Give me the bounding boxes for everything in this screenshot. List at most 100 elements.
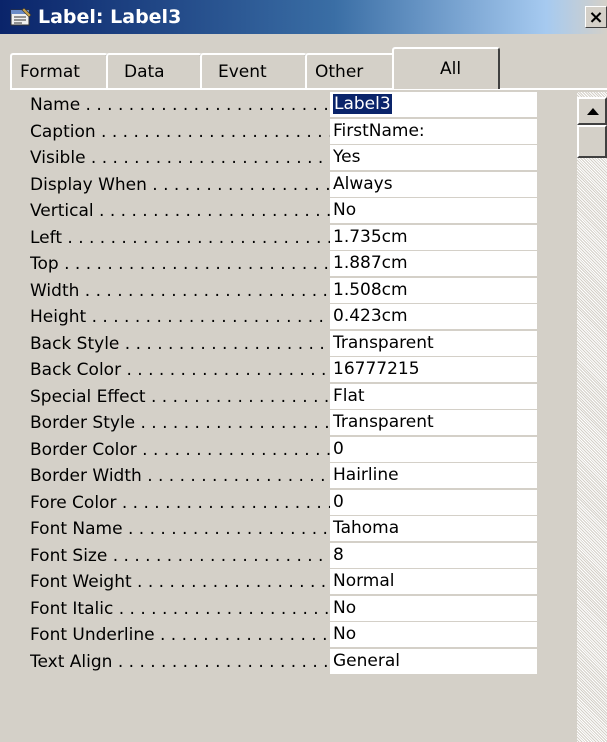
property-value-field[interactable]: Always xyxy=(330,171,537,197)
property-name: Border Style . . . . . . . . . . . . . .… xyxy=(30,413,330,433)
vertical-scrollbar[interactable] xyxy=(577,92,607,742)
properties-icon xyxy=(10,7,32,26)
property-row[interactable]: Height . . . . . . . . . . . . . . . . .… xyxy=(17,304,537,331)
property-value: Always xyxy=(333,173,393,194)
property-row[interactable]: Text Align . . . . . . . . . . . . . . .… xyxy=(17,648,537,676)
tab-all[interactable]: All xyxy=(392,47,500,89)
property-name: Back Color . . . . . . . . . . . . . . .… xyxy=(30,360,330,380)
property-name: Vertical . . . . . . . . . . . . . . . .… xyxy=(30,201,330,221)
tab-all-label: All xyxy=(440,59,462,79)
property-value: 1.735cm xyxy=(333,226,408,247)
property-value-field[interactable]: No xyxy=(330,595,537,621)
tab-event[interactable]: Event xyxy=(200,53,307,88)
property-row[interactable]: Name . . . . . . . . . . . . . . . . . .… xyxy=(17,92,537,119)
tab-event-label: Event xyxy=(218,62,267,82)
property-value-field[interactable]: 1.508cm xyxy=(330,277,537,303)
property-name: Display When . . . . . . . . . . . . . .… xyxy=(30,174,330,195)
property-name: Back Style . . . . . . . . . . . . . . .… xyxy=(30,333,330,354)
property-name: Visible . . . . . . . . . . . . . . . . … xyxy=(30,148,330,168)
property-row[interactable]: Font Size . . . . . . . . . . . . . . . … xyxy=(17,542,537,570)
property-value: 1.508cm xyxy=(333,279,408,300)
property-row[interactable]: Vertical . . . . . . . . . . . . . . . .… xyxy=(17,198,537,225)
property-name: Special Effect . . . . . . . . . . . . .… xyxy=(30,386,330,407)
tab-data[interactable]: Data xyxy=(106,53,202,88)
property-list: Name . . . . . . . . . . . . . . . . . .… xyxy=(17,92,537,742)
property-value: 0 xyxy=(333,491,344,512)
property-value-field[interactable]: Transparent xyxy=(330,330,537,356)
property-row[interactable]: Special Effect . . . . . . . . . . . . .… xyxy=(17,383,537,411)
property-value-field[interactable]: Normal xyxy=(330,569,537,594)
property-name: Font Size . . . . . . . . . . . . . . . … xyxy=(30,545,330,566)
property-value-field[interactable]: Tahoma xyxy=(330,516,537,541)
property-row[interactable]: Visible . . . . . . . . . . . . . . . . … xyxy=(17,145,537,172)
property-row[interactable]: Top . . . . . . . . . . . . . . . . . . … xyxy=(17,251,537,278)
property-name: Font Underline . . . . . . . . . . . . .… xyxy=(30,625,330,645)
scroll-thumb[interactable] xyxy=(577,125,607,158)
title-bar[interactable]: Label: Label3 × xyxy=(0,0,607,34)
property-value-field[interactable]: 0 xyxy=(330,489,537,515)
tab-data-label: Data xyxy=(124,62,165,82)
tab-strip: Format Data Event Other All xyxy=(10,47,540,89)
property-value: Tahoma xyxy=(333,518,400,538)
property-name: Fore Color . . . . . . . . . . . . . . .… xyxy=(30,492,330,513)
property-value-field[interactable]: General xyxy=(330,648,537,674)
property-value: Flat xyxy=(333,385,365,406)
property-row[interactable]: Font Name . . . . . . . . . . . . . . . … xyxy=(17,516,537,543)
property-value: 16777215 xyxy=(333,359,420,379)
tab-other-label: Other xyxy=(315,62,364,82)
property-row[interactable]: Display When . . . . . . . . . . . . . .… xyxy=(17,171,537,199)
property-value: 8 xyxy=(333,544,344,565)
scroll-up-button[interactable] xyxy=(577,97,607,125)
tab-format[interactable]: Format xyxy=(10,53,108,88)
property-name: Width . . . . . . . . . . . . . . . . . … xyxy=(30,280,330,301)
property-row[interactable]: Border Width . . . . . . . . . . . . . .… xyxy=(17,463,537,490)
tab-other[interactable]: Other xyxy=(305,53,401,88)
property-name: Caption . . . . . . . . . . . . . . . . … xyxy=(30,121,330,142)
property-value-field[interactable]: Transparent xyxy=(330,410,537,435)
property-value: 0 xyxy=(333,438,344,459)
property-value-field[interactable]: 1.887cm xyxy=(330,251,537,276)
property-value-field[interactable]: Yes xyxy=(330,145,537,170)
property-value-field[interactable]: FirstName: xyxy=(330,118,537,144)
property-name: Top . . . . . . . . . . . . . . . . . . … xyxy=(30,254,330,274)
property-value-field[interactable]: No xyxy=(330,198,537,223)
property-name: Font Italic . . . . . . . . . . . . . . … xyxy=(30,598,330,619)
property-row[interactable]: Font Underline . . . . . . . . . . . . .… xyxy=(17,622,537,649)
property-value-field[interactable]: Label3 xyxy=(330,92,537,117)
property-value-field[interactable]: 1.735cm xyxy=(330,224,537,250)
property-value-field[interactable]: No xyxy=(330,622,537,647)
property-name: Left . . . . . . . . . . . . . . . . . .… xyxy=(30,227,330,248)
property-value-field[interactable]: 8 xyxy=(330,542,537,568)
property-value-field[interactable]: 0.423cm xyxy=(330,304,537,329)
property-name: Border Color . . . . . . . . . . . . . .… xyxy=(30,439,330,460)
property-value: General xyxy=(333,650,400,671)
property-value: Transparent xyxy=(333,332,434,353)
property-value: No xyxy=(333,200,357,220)
property-value: 1.887cm xyxy=(333,253,408,273)
property-name: Border Width . . . . . . . . . . . . . .… xyxy=(30,466,330,486)
property-row[interactable]: Back Color . . . . . . . . . . . . . . .… xyxy=(17,357,537,384)
property-name: Name . . . . . . . . . . . . . . . . . .… xyxy=(30,95,330,115)
property-name: Text Align . . . . . . . . . . . . . . .… xyxy=(30,651,330,672)
property-row[interactable]: Font Italic . . . . . . . . . . . . . . … xyxy=(17,595,537,623)
property-value-field[interactable]: 16777215 xyxy=(330,357,537,382)
property-row[interactable]: Left . . . . . . . . . . . . . . . . . .… xyxy=(17,224,537,252)
property-row[interactable]: Width . . . . . . . . . . . . . . . . . … xyxy=(17,277,537,305)
property-value-field[interactable]: Hairline xyxy=(330,463,537,488)
property-row[interactable]: Border Color . . . . . . . . . . . . . .… xyxy=(17,436,537,464)
property-name: Height . . . . . . . . . . . . . . . . .… xyxy=(30,307,330,327)
property-row[interactable]: Font Weight . . . . . . . . . . . . . . … xyxy=(17,569,537,596)
property-row[interactable]: Caption . . . . . . . . . . . . . . . . … xyxy=(17,118,537,146)
close-button[interactable]: × xyxy=(585,6,607,28)
property-value-field[interactable]: Flat xyxy=(330,383,537,409)
property-value: FirstName: xyxy=(333,120,425,141)
property-name: Font Name . . . . . . . . . . . . . . . … xyxy=(30,519,330,539)
property-row[interactable]: Fore Color . . . . . . . . . . . . . . .… xyxy=(17,489,537,517)
arrow-up-icon xyxy=(587,108,599,115)
property-row[interactable]: Border Style . . . . . . . . . . . . . .… xyxy=(17,410,537,437)
property-value: No xyxy=(333,624,357,644)
property-value: Yes xyxy=(333,147,361,167)
property-row[interactable]: Back Style . . . . . . . . . . . . . . .… xyxy=(17,330,537,358)
property-value: 0.423cm xyxy=(333,306,408,326)
property-value-field[interactable]: 0 xyxy=(330,436,537,462)
